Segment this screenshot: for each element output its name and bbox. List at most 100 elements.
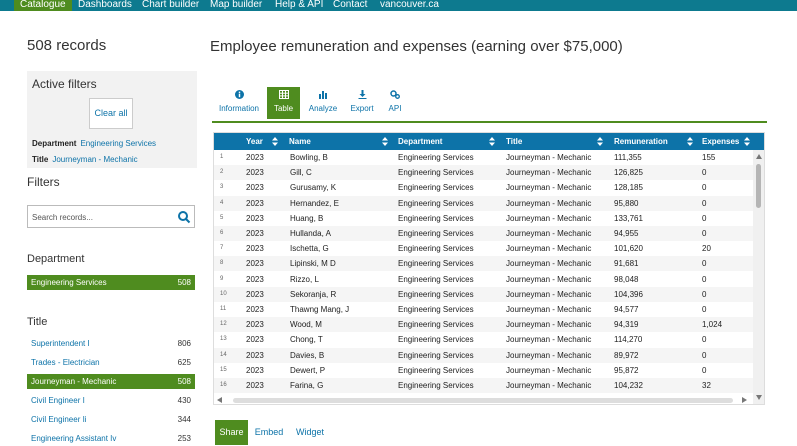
horizontal-scrollbar[interactable] <box>213 395 765 406</box>
active-filter-value[interactable]: Engineering Services <box>80 139 156 148</box>
row-index: 1 <box>220 154 224 160</box>
facet-item-count: 806 <box>177 339 191 348</box>
table-row[interactable]: 11 2023 Thawng Mang, J Engineering Services… <box>214 302 754 317</box>
sort-icon[interactable] <box>744 137 750 146</box>
cell-remuneration: 94,577 <box>614 305 639 314</box>
cell-expenses: 155 <box>702 153 716 162</box>
table-row[interactable]: 12 2023 Wood, M Engineering Services Journey… <box>214 317 754 333</box>
vertical-scrollbar[interactable] <box>753 150 764 404</box>
cell-title: Journeyman - Mechanic <box>506 259 592 269</box>
cell-remuneration: 104,232 <box>614 381 643 390</box>
cell-department: Engineering Services <box>398 168 474 178</box>
column-header-name[interactable]: Name <box>289 133 311 150</box>
scroll-thumb[interactable] <box>756 164 761 208</box>
cell-remuneration: 95,872 <box>614 365 639 375</box>
table-row[interactable]: 3 2023 Gurusamy, K Engineering Services Jour… <box>214 180 754 196</box>
tab-label: Analyze <box>308 104 338 113</box>
download-icon <box>346 90 378 102</box>
cell-title: Journeyman - Mechanic <box>506 320 592 330</box>
scroll-right-arrow[interactable] <box>742 397 747 403</box>
facet-item-journeyman-mechanic[interactable]: Journeyman - Mechanic 508 <box>27 374 195 389</box>
sort-icon[interactable] <box>489 137 495 146</box>
tab-share[interactable]: Share <box>215 420 248 445</box>
column-header-title[interactable]: Title <box>506 133 522 150</box>
table-row[interactable]: 4 2023 Hernandez, E Engineering Services Jou… <box>214 195 754 211</box>
facet-item-engineering-assistant-iv[interactable]: Engineering Assistant Iv 253 <box>27 431 195 446</box>
table-row[interactable]: 5 2023 Huang, B Engineering Services Journey… <box>214 210 754 226</box>
active-filter-value[interactable]: Journeyman - Mechanic <box>52 155 137 164</box>
scroll-up-arrow[interactable] <box>756 154 762 159</box>
column-header-department[interactable]: Department <box>398 133 442 150</box>
page-title: Employee remuneration and expenses (earn… <box>210 38 623 55</box>
table-row[interactable]: 9 2023 Rizzo, L Engineering Services Journey… <box>214 271 754 287</box>
table-row[interactable]: 14 2023 Davies, B Engineering Services Journ… <box>214 347 754 363</box>
active-filter-key: Title <box>32 155 49 164</box>
chart-icon <box>305 90 341 102</box>
cell-remuneration: 95,880 <box>614 198 639 208</box>
cell-title: Journeyman - Mechanic <box>506 229 592 238</box>
table-row[interactable]: 13 2023 Chong, T Engineering Services Journe… <box>214 332 754 348</box>
cell-department: Engineering Services <box>398 183 474 193</box>
cell-expenses: 0 <box>702 274 707 284</box>
records-table: Year Name Department Title Remuneration … <box>213 132 765 405</box>
table-row[interactable]: 6 2023 Hullanda, A Engineering Services Jour… <box>214 226 754 241</box>
sort-icon[interactable] <box>687 137 693 146</box>
nav-item-map-builder[interactable]: Map builder <box>210 0 262 11</box>
tab-information[interactable]: Information <box>212 87 266 119</box>
cell-remuneration: 94,955 <box>614 229 639 238</box>
table-row[interactable]: 7 2023 Ischetta, G Engineering Services Jour… <box>214 241 754 257</box>
row-index: 14 <box>220 351 227 358</box>
tab-analyze[interactable]: Analyze <box>305 87 341 119</box>
filters-title: Filters <box>27 175 60 189</box>
tab-embed[interactable]: Embed <box>251 420 287 445</box>
sort-icon[interactable] <box>382 137 388 146</box>
facet-item-civil-engineer-i[interactable]: Civil Engineer I 430 <box>27 393 195 408</box>
table-row[interactable]: 15 2023 Dewert, P Engineering Services Journ… <box>214 362 754 378</box>
tab-label: Information <box>218 104 260 113</box>
cell-expenses: 0 <box>702 289 707 299</box>
cell-remuneration: 98,048 <box>614 274 639 284</box>
table-row[interactable]: 8 2023 Lipinski, M D Engineering Services Jo… <box>214 256 754 272</box>
table-row[interactable]: 2 2023 Gill, C Engineering Services Journeym… <box>214 165 754 181</box>
sort-icon[interactable] <box>597 137 603 146</box>
column-header-remuneration[interactable]: Remuneration <box>614 133 668 150</box>
table-row[interactable]: 16 2023 Farina, G Engineering Services Journ… <box>214 378 754 393</box>
cell-department: Engineering Services <box>398 198 474 208</box>
nav-item-catalogue[interactable]: Catalogue <box>14 0 72 11</box>
table-icon <box>267 90 300 102</box>
column-header-year[interactable]: Year <box>246 133 263 150</box>
search-icon[interactable] <box>177 210 191 224</box>
scroll-left-arrow[interactable] <box>217 397 222 403</box>
nav-item-chart-builder[interactable]: Chart builder <box>142 0 199 11</box>
row-index: 7 <box>220 245 224 252</box>
facet-item-civil-engineer-ii[interactable]: Civil Engineer Ii 344 <box>27 412 195 427</box>
cell-title: Journeyman - Mechanic <box>506 168 592 178</box>
cell-title: Journeyman - Mechanic <box>506 244 592 254</box>
cell-expenses: 32 <box>702 381 711 390</box>
facet-item-superintendent-i[interactable]: Superintendent I 806 <box>27 336 195 351</box>
table-row[interactable]: 1 2023 Bowling, B Engineering Services Journ… <box>214 150 754 165</box>
tab-api[interactable]: API <box>382 87 408 119</box>
nav-item-contact[interactable]: Contact <box>333 0 367 11</box>
cell-department: Engineering Services <box>398 259 474 269</box>
cell-title: Journeyman - Mechanic <box>506 153 592 162</box>
share-tabs: Share Embed Widget <box>213 420 765 445</box>
tab-table[interactable]: Table <box>267 87 300 119</box>
tab-export[interactable]: Export <box>346 87 378 119</box>
facet-item-engineering-services[interactable]: Engineering Services 508 <box>27 275 195 290</box>
row-index: 4 <box>220 199 224 206</box>
facet-item-label: Engineering Services <box>31 278 107 287</box>
row-index: 10 <box>220 290 227 297</box>
nav-item-vancouver[interactable]: vancouver.ca <box>380 0 439 11</box>
table-row[interactable]: 10 2023 Sekoranja, R Engineering Services Jo… <box>214 286 754 302</box>
tab-widget[interactable]: Widget <box>291 420 329 445</box>
clear-all-button[interactable]: Clear all <box>89 98 133 129</box>
scroll-thumb[interactable] <box>233 398 733 403</box>
facet-item-trades-electrician[interactable]: Trades - Electrician 625 <box>27 355 195 370</box>
sort-icon[interactable] <box>272 137 278 146</box>
nav-item-help-api[interactable]: Help & API <box>275 0 323 11</box>
search-input[interactable] <box>32 210 172 224</box>
cell-name: Wood, M <box>290 320 322 330</box>
nav-item-dashboards[interactable]: Dashboards <box>78 0 132 11</box>
column-header-expenses[interactable]: Expenses <box>702 133 739 150</box>
